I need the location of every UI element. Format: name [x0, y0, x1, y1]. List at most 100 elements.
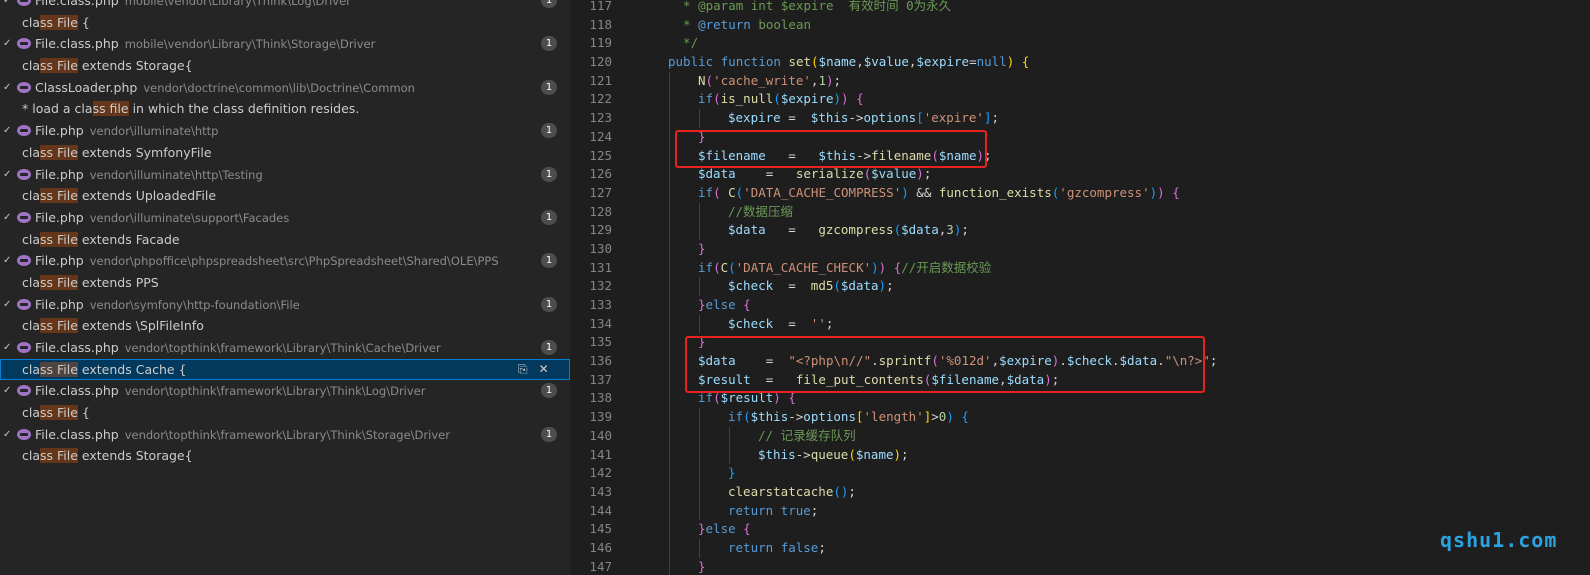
- chevron-down-icon[interactable]: ✓: [3, 380, 13, 402]
- match-highlight: ss File: [40, 405, 78, 421]
- match-text: class File extends Cache {: [22, 359, 187, 381]
- line-number: 145: [589, 521, 612, 537]
- line-number: 144: [589, 502, 612, 518]
- code-token: {: [961, 409, 969, 425]
- match-count-badge: 1: [541, 166, 557, 182]
- indent-guide: [669, 202, 670, 222]
- search-result-match[interactable]: class File extends SymfonyFile: [0, 142, 570, 164]
- search-result-match[interactable]: class File extends PPS: [0, 272, 570, 294]
- code-token: 'gzcompress': [1059, 184, 1150, 200]
- match-highlight: ss File: [40, 14, 78, 30]
- search-result-file[interactable]: ✓ File.php vendor\illuminate\http 1: [0, 120, 570, 142]
- search-result-file[interactable]: ✓ File.php vendor\illuminate\support\Facad…: [0, 207, 570, 229]
- line-number: 130: [589, 240, 612, 256]
- search-result-file[interactable]: ✓ File.class.php mobile\vendor\Library\Thi…: [0, 33, 570, 55]
- chevron-down-icon[interactable]: ✓: [3, 337, 13, 359]
- line-number: 134: [589, 315, 612, 331]
- line-number: 135: [589, 334, 612, 350]
- result-file-label: File.class.php: [35, 426, 119, 442]
- code-token: {: [1021, 54, 1030, 70]
- code-token: }: [698, 558, 706, 574]
- search-result-match[interactable]: class File extends Storage{: [0, 445, 570, 467]
- search-result-file[interactable]: ✓ File.class.php vendor\topthink\framework…: [0, 337, 570, 359]
- code-token: options: [863, 110, 917, 126]
- code-line: 132 $check = md5($data);: [572, 277, 1590, 296]
- code-token: 1: [818, 72, 826, 88]
- search-result-match[interactable]: class File extends \SplFileInfo: [0, 315, 570, 337]
- search-result-file[interactable]: ✓ File.class.php vendor\topthink\framework…: [0, 380, 570, 402]
- indent-guide: [699, 408, 700, 427]
- search-result-match[interactable]: class File extends Storage{: [0, 55, 570, 77]
- indent-guide: [669, 239, 670, 259]
- code-token: }: [698, 521, 706, 537]
- chevron-down-icon[interactable]: ✓: [3, 120, 13, 142]
- chevron-down-icon[interactable]: ✓: [3, 77, 13, 99]
- chevron-down-icon[interactable]: ✓: [3, 424, 13, 446]
- code-line: 139 if($this->options['length']>0) {: [572, 408, 1590, 427]
- code-token: {: [856, 91, 864, 107]
- search-result-match[interactable]: class File {: [0, 402, 570, 424]
- code-token: null: [976, 54, 1007, 70]
- search-result-file[interactable]: ✓ File.class.php mobile\vendor\Library\Thi…: [0, 0, 570, 12]
- code-token: =: [765, 222, 819, 238]
- code-token: (: [848, 446, 856, 462]
- code-token: 3: [946, 222, 954, 238]
- code-token: if: [728, 409, 744, 425]
- php-elephant-icon: [17, 211, 31, 223]
- search-result-match[interactable]: class File extends Facade: [0, 229, 570, 251]
- result-file-name: File.class.php vendor\topthink\framework\…: [35, 380, 425, 403]
- code-token: if: [698, 259, 714, 275]
- result-file-path: vendor\doctrine\common\lib\Doctrine\Comm…: [143, 80, 415, 95]
- code-text: $data = gzcompress($data,3);: [728, 221, 969, 240]
- code-token: md5: [810, 278, 834, 294]
- search-result-match[interactable]: class File {: [0, 12, 570, 34]
- code-token: $this: [750, 409, 789, 425]
- code-text: }: [728, 464, 736, 483]
- match-suffix: in which the class definition resides.: [128, 101, 360, 117]
- indent-guide: [699, 501, 700, 521]
- line-number: 141: [589, 446, 612, 462]
- code-token: ): [833, 91, 842, 107]
- chevron-down-icon[interactable]: ✓: [3, 164, 13, 186]
- code-token: if: [698, 184, 714, 200]
- php-elephant-icon: [17, 385, 31, 397]
- code-token: else: [705, 521, 736, 537]
- php-elephant-icon: [17, 298, 31, 310]
- search-result-file[interactable]: ✓ File.class.php vendor\topthink\framework…: [0, 424, 570, 446]
- match-prefix: cla: [22, 144, 41, 160]
- chevron-down-icon[interactable]: ✓: [3, 33, 13, 55]
- code-editor[interactable]: 117 * @param int $expire 有效时间 0为永久 118 * …: [572, 0, 1590, 575]
- search-result-match[interactable]: * load a class file in which the class d…: [0, 98, 570, 120]
- chevron-down-icon[interactable]: ✓: [3, 0, 13, 12]
- code-token: ): [916, 166, 924, 182]
- code-line: 145}else {: [572, 520, 1590, 539]
- result-file-path: vendor\topthink\framework\Library\Think\…: [124, 341, 441, 355]
- php-elephant-icon: [17, 342, 31, 353]
- indent-guide: [669, 277, 670, 296]
- replace-all-icon[interactable]: ⎘: [518, 362, 528, 376]
- chevron-down-icon[interactable]: ✓: [3, 294, 13, 316]
- line-number: 133: [589, 297, 612, 312]
- code-token: (: [773, 91, 781, 107]
- search-result-match[interactable]: class File extends UploadedFile: [0, 185, 570, 207]
- search-result-file[interactable]: ✓ ClassLoader.php vendor\doctrine\common\l…: [0, 77, 570, 99]
- chevron-down-icon[interactable]: ✓: [3, 250, 13, 272]
- search-result-file[interactable]: ✓ File.php vendor\symfony\http-foundation\…: [0, 294, 570, 316]
- match-suffix: extends Cache {: [77, 361, 187, 377]
- code-token: $check: [728, 315, 774, 331]
- code-token: false: [780, 539, 819, 555]
- search-result-file[interactable]: ✓ File.php vendor\phpoffice\phpspreadsheet…: [0, 250, 570, 272]
- chevron-down-icon[interactable]: ✓: [3, 207, 13, 229]
- indent-guide: [699, 538, 700, 558]
- search-result-match[interactable]: class File extends Cache { ⎘ ✕: [0, 358, 570, 381]
- code-text: if( C('DATA_CACHE_COMPRESS') && function…: [698, 184, 1180, 203]
- code-token: queue: [810, 446, 849, 462]
- close-icon[interactable]: ✕: [539, 362, 549, 376]
- match-prefix: cla: [22, 188, 41, 204]
- code-token: if: [698, 91, 714, 107]
- result-file-label: File.php: [35, 253, 84, 269]
- match-count-badge: 1: [541, 36, 557, 52]
- search-result-file[interactable]: ✓ File.php vendor\illuminate\http\Testing 1: [0, 164, 570, 186]
